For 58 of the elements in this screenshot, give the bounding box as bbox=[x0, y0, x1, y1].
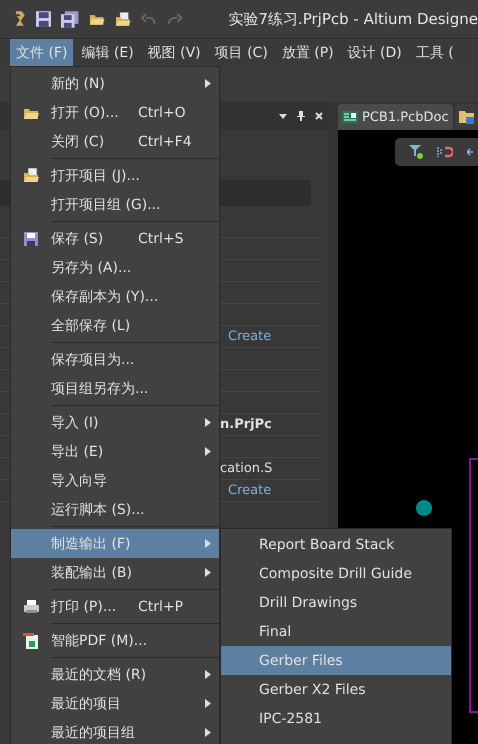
filter-icon[interactable] bbox=[408, 145, 423, 159]
menu-item[interactable]: 导入向导 bbox=[11, 466, 219, 495]
create-link[interactable]: Create bbox=[228, 329, 272, 344]
menu-item[interactable]: Report Board Stack bbox=[221, 530, 451, 559]
pin-icon[interactable] bbox=[296, 111, 306, 121]
menu-item[interactable]: 打开项目 (J)... bbox=[11, 161, 219, 190]
window-title: 实验7练习.PrjPcb - Altium Designe bbox=[228, 10, 478, 28]
magnet-icon[interactable] bbox=[436, 146, 453, 158]
dropdown-icon[interactable] bbox=[278, 111, 288, 121]
pdf-icon bbox=[23, 632, 39, 648]
folder-icon bbox=[88, 12, 105, 26]
menu-item[interactable]: IPC-2581 bbox=[221, 704, 451, 733]
menu-item[interactable]: 打印 (P)... Ctrl+P bbox=[11, 592, 219, 621]
menu-item[interactable]: Gerber X2 Files bbox=[221, 675, 451, 704]
menu-item[interactable]: 项目组另存为... bbox=[11, 374, 219, 403]
menu-item[interactable]: 智能PDF (M)... bbox=[11, 626, 219, 655]
menu-item[interactable]: 保存 (S) Ctrl+S bbox=[11, 224, 219, 253]
arrow-icon[interactable] bbox=[466, 148, 473, 156]
save-icon bbox=[24, 232, 38, 246]
menu-bar-item[interactable]: 放置 (P) bbox=[276, 39, 340, 66]
project-file-name: cation.S bbox=[220, 461, 272, 476]
menu-item[interactable]: 打开 (O)... Ctrl+O bbox=[11, 98, 219, 127]
menu-item[interactable]: 全部保存 (L) bbox=[11, 311, 219, 340]
circuit-board-icon bbox=[342, 111, 358, 123]
folder-icon bbox=[458, 110, 475, 124]
folder-icon bbox=[114, 12, 132, 26]
document-tab[interactable]: PCB1.PcbDoc bbox=[338, 104, 453, 130]
menu-item[interactable]: 关闭 (C) Ctrl+F4 bbox=[11, 127, 219, 156]
save-all-icon[interactable] bbox=[61, 10, 79, 28]
project-file-name: n.PrjPc bbox=[220, 417, 272, 432]
menu-item[interactable]: 新的 (N) bbox=[11, 69, 219, 98]
menu-bar-item[interactable]: 视图 (V) bbox=[142, 39, 207, 66]
close-icon[interactable] bbox=[314, 111, 324, 121]
menu-item[interactable]: 保存副本为 (Y)... bbox=[11, 282, 219, 311]
menu-bar-item[interactable]: 设计 (D) bbox=[342, 39, 408, 66]
menu-item[interactable]: 最近的文档 (R) bbox=[11, 660, 219, 689]
folder-icon bbox=[22, 168, 40, 183]
menu-item[interactable]: 导入 (I) bbox=[11, 408, 219, 437]
menu-item[interactable]: Drill Drawings bbox=[221, 588, 451, 617]
menu-item[interactable]: 装配输出 (B) bbox=[11, 558, 219, 587]
menu-item[interactable]: 保存项目为... bbox=[11, 345, 219, 374]
menu-item[interactable]: 导出 (E) bbox=[11, 437, 219, 466]
menu-bar-item[interactable]: 项目 (C) bbox=[208, 39, 274, 66]
pad bbox=[416, 500, 432, 516]
menu-item[interactable]: 最近的项目组 bbox=[11, 718, 219, 744]
menu-bar-item[interactable]: 编辑 (E) bbox=[75, 39, 140, 66]
menu-item[interactable]: 最近的项目 bbox=[11, 689, 219, 718]
menu-item[interactable]: 打开项目组 (G)... bbox=[11, 190, 219, 219]
logo-icon bbox=[14, 10, 26, 28]
document-tab[interactable] bbox=[454, 104, 478, 130]
menu-bar-item[interactable]: 工具 ( bbox=[410, 39, 460, 66]
menu-item[interactable]: 另存为 (A)... bbox=[11, 253, 219, 282]
menu-item[interactable]: Final bbox=[221, 617, 451, 646]
printer-icon bbox=[22, 600, 40, 614]
menu-item[interactable]: 运行脚本 (S)... bbox=[11, 495, 219, 524]
create-link[interactable]: Create bbox=[228, 483, 272, 498]
menu-item[interactable]: Composite Drill Guide bbox=[221, 559, 451, 588]
save-icon[interactable] bbox=[36, 11, 52, 27]
